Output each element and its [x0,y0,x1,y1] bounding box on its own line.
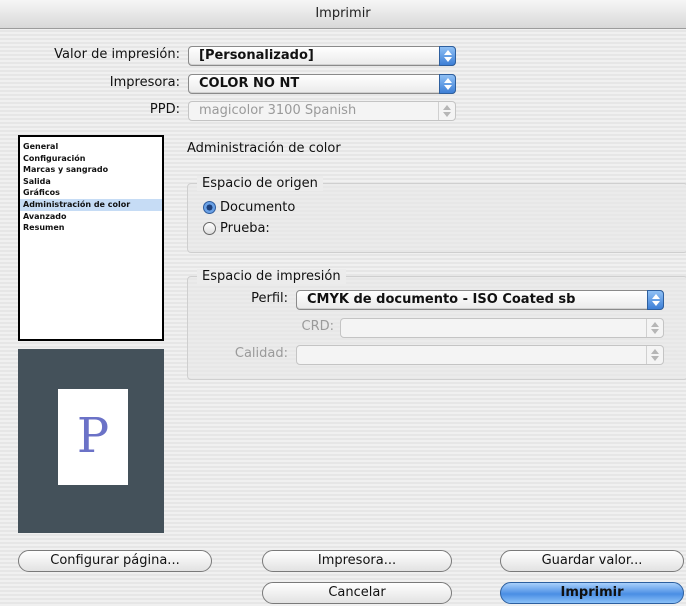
sidebar-item-resumen[interactable]: Resumen [20,222,162,234]
popup-arrows-icon [438,102,455,120]
page-preview: P [18,349,164,533]
popup-arrows-icon [439,74,456,94]
quality-label: Calidad: [234,346,288,361]
setup-page-button[interactable]: Configurar página... [18,550,212,572]
window-title: Imprimir [0,0,686,29]
print-space-title: Espacio de impresión [197,269,346,284]
radio-documento-label: Documento [220,200,296,215]
cancel-button[interactable]: Cancelar [262,582,452,604]
source-space-group [187,183,686,253]
panel-title: Administración de color [187,141,341,156]
profile-value: CMYK de documento - ISO Coated sb [307,292,576,307]
preset-popup[interactable]: [Personalizado] [188,46,456,66]
preset-label: Valor de impresión: [54,47,180,62]
radio-unselected-icon [203,222,216,235]
crd-label: CRD: [301,319,335,334]
source-space-title: Espacio de origen [197,176,323,191]
sidebar-item-graficos[interactable]: Gráficos [20,187,162,199]
sidebar-item-salida[interactable]: Salida [20,176,162,188]
radio-prueba[interactable]: Prueba: [203,221,270,236]
popup-arrows-icon [439,46,456,66]
ppd-label: PPD: [149,102,180,117]
crd-popup [340,318,664,338]
radio-prueba-label: Prueba: [220,221,270,236]
print-button[interactable]: Imprimir [500,582,684,604]
printer-popup[interactable]: COLOR NO NT [188,74,456,94]
quality-popup [296,345,664,365]
radio-selected-icon [203,201,216,214]
profile-label: Perfil: [251,291,288,306]
printer-button[interactable]: Impresora... [262,550,452,572]
preview-page: P [58,389,128,485]
printer-label: Impresora: [109,75,180,90]
sidebar-item-color-management[interactable]: Administración de color [20,198,162,211]
profile-popup[interactable]: CMYK de documento - ISO Coated sb [296,290,664,310]
sidebar-item-marcas[interactable]: Marcas y sangrado [20,164,162,176]
popup-arrows-icon [647,290,664,310]
sidebar-list[interactable]: General Configuración Marcas y sangrado … [18,135,164,341]
popup-arrows-icon [646,319,663,337]
ppd-popup: magicolor 3100 Spanish [188,101,456,121]
save-preset-button[interactable]: Guardar valor... [500,550,684,572]
radio-documento[interactable]: Documento [203,200,295,215]
sidebar-item-general[interactable]: General [20,141,162,153]
printer-value: COLOR NO NT [199,76,300,91]
sidebar-item-configuracion[interactable]: Configuración [20,153,162,165]
popup-arrows-icon [646,346,663,364]
ppd-value: magicolor 3100 Spanish [199,103,357,118]
preset-value: [Personalizado] [199,48,314,63]
sidebar-item-avanzado[interactable]: Avanzado [20,211,162,223]
